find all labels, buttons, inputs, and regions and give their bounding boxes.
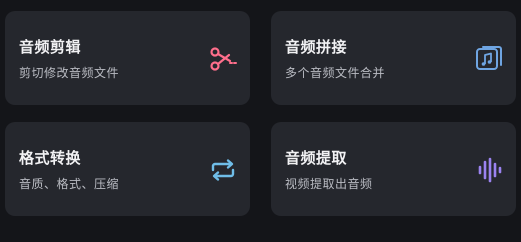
convert-arrows-icon bbox=[208, 155, 238, 185]
tool-grid: 音频剪辑 剪切修改音频文件 音频拼接 多个音频文件合并 格式转换 音质、格式、压… bbox=[0, 0, 521, 242]
card-title: 音频提取 bbox=[285, 149, 348, 167]
audio-merge-card[interactable]: 音频拼接 多个音频文件合并 bbox=[271, 11, 516, 105]
card-title: 音频拼接 bbox=[285, 38, 348, 56]
card-title: 格式转换 bbox=[19, 149, 82, 167]
card-subtitle: 剪切修改音频文件 bbox=[19, 66, 120, 80]
waveform-icon bbox=[474, 155, 504, 185]
audio-extract-card[interactable]: 音频提取 视频提取出音频 bbox=[271, 122, 516, 216]
scissors-icon bbox=[208, 44, 238, 74]
card-subtitle: 音质、格式、压缩 bbox=[19, 177, 120, 191]
music-files-icon bbox=[474, 44, 504, 74]
card-title: 音频剪辑 bbox=[19, 38, 82, 56]
audio-cut-card[interactable]: 音频剪辑 剪切修改音频文件 bbox=[5, 11, 250, 105]
card-subtitle: 多个音频文件合并 bbox=[285, 66, 386, 80]
card-subtitle: 视频提取出音频 bbox=[285, 177, 373, 191]
format-convert-card[interactable]: 格式转换 音质、格式、压缩 bbox=[5, 122, 250, 216]
